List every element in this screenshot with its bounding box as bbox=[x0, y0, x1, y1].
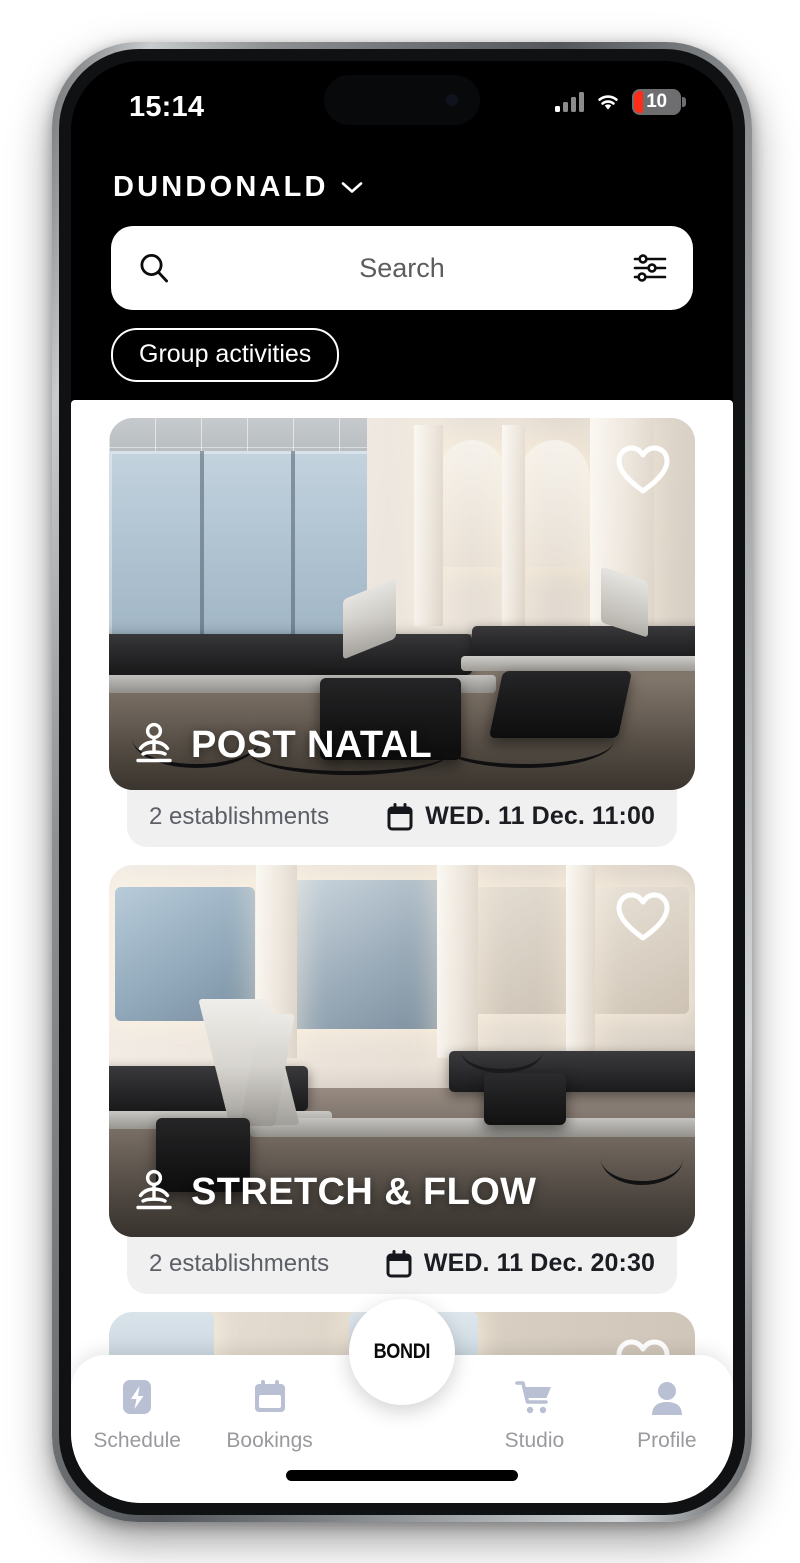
battery-indicator: 10 bbox=[632, 89, 681, 115]
search-icon[interactable] bbox=[137, 251, 171, 285]
tab-profile[interactable]: Profile bbox=[601, 1377, 733, 1453]
phone-screen: 15:14 10 DUNDONALD Search Group activiti… bbox=[71, 61, 733, 1503]
search-area bbox=[71, 204, 733, 310]
screenshot-stage: 15:14 10 DUNDONALD Search Group activiti… bbox=[0, 0, 800, 1563]
calendar-icon bbox=[254, 1380, 285, 1412]
tab-label: Schedule bbox=[93, 1429, 181, 1452]
card-title-row: POST NATAL bbox=[133, 722, 432, 768]
tab-bookings[interactable]: Bookings bbox=[203, 1377, 335, 1453]
location-name: DUNDONALD bbox=[113, 171, 329, 203]
battery-fill bbox=[634, 91, 643, 113]
activity-card[interactable]: POST NATAL 2 establishments WED. 11 Dec.… bbox=[109, 418, 695, 847]
filter-chip-row: Group activities bbox=[71, 310, 733, 382]
yoga-person-icon bbox=[136, 722, 172, 763]
search-bar[interactable] bbox=[111, 226, 693, 310]
next-session: WED. 11 Dec. 20:30 bbox=[386, 1249, 655, 1278]
phone-device-frame: 15:14 10 DUNDONALD Search Group activiti… bbox=[52, 42, 752, 1522]
card-title: STRETCH & FLOW bbox=[191, 1170, 537, 1213]
chevron-down-icon bbox=[341, 182, 362, 193]
card-title-row: STRETCH & FLOW bbox=[133, 1169, 536, 1215]
wifi-icon bbox=[598, 95, 618, 110]
yoga-person-icon bbox=[136, 1169, 172, 1210]
search-input[interactable] bbox=[171, 252, 633, 284]
calendar-icon bbox=[387, 802, 413, 830]
status-bar-time: 15:14 bbox=[129, 91, 205, 123]
tab-studio[interactable]: Studio bbox=[468, 1377, 600, 1453]
shopping-cart-icon bbox=[515, 1381, 552, 1414]
location-selector[interactable]: DUNDONALD bbox=[71, 171, 733, 204]
establishments-count: 2 establishments bbox=[149, 1249, 330, 1277]
chip-group-activities[interactable]: Group activities bbox=[111, 328, 340, 382]
filter-sliders-icon[interactable] bbox=[633, 253, 667, 283]
home-indicator[interactable] bbox=[286, 1470, 518, 1481]
card-title: POST NATAL bbox=[191, 723, 433, 766]
tab-schedule[interactable]: Schedule bbox=[71, 1377, 203, 1453]
app-header: DUNDONALD Search Group activities bbox=[71, 157, 733, 400]
dynamic-island bbox=[324, 75, 480, 125]
tab-label: Bookings bbox=[226, 1429, 313, 1452]
favorite-heart-icon[interactable] bbox=[615, 444, 671, 496]
cellular-signal-icon bbox=[555, 92, 584, 112]
session-datetime: WED. 11 Dec. 20:30 bbox=[423, 1249, 655, 1277]
status-bar-indicators: 10 bbox=[555, 89, 681, 115]
bondi-home-button[interactable]: BONDI bbox=[349, 1299, 455, 1405]
tab-label: Profile bbox=[637, 1429, 697, 1452]
app-root: 15:14 10 DUNDONALD Search Group activiti… bbox=[71, 61, 733, 1503]
card-image[interactable]: STRETCH & FLOW bbox=[109, 865, 695, 1237]
front-camera-icon bbox=[446, 94, 458, 106]
session-datetime: WED. 11 Dec. 11:00 bbox=[425, 802, 655, 830]
bondi-logo-icon: BONDI bbox=[373, 1340, 431, 1363]
tab-label: Studio bbox=[504, 1429, 565, 1452]
phone-bezel: 15:14 10 DUNDONALD Search Group activiti… bbox=[59, 49, 745, 1515]
calendar-icon bbox=[386, 1249, 412, 1277]
activity-card[interactable]: STRETCH & FLOW 2 establishments WED. 11 … bbox=[109, 865, 695, 1294]
activity-list[interactable]: POST NATAL 2 establishments WED. 11 Dec.… bbox=[71, 400, 733, 1503]
favorite-heart-icon[interactable] bbox=[615, 891, 671, 943]
status-bar: 15:14 10 bbox=[71, 61, 733, 157]
card-image[interactable]: POST NATAL bbox=[109, 418, 695, 790]
user-avatar-icon bbox=[651, 1382, 682, 1415]
battery-percent-label: 10 bbox=[646, 91, 667, 112]
lightning-bolt-icon bbox=[123, 1380, 152, 1414]
next-session: WED. 11 Dec. 11:00 bbox=[387, 802, 655, 831]
establishments-count: 2 establishments bbox=[149, 802, 330, 830]
